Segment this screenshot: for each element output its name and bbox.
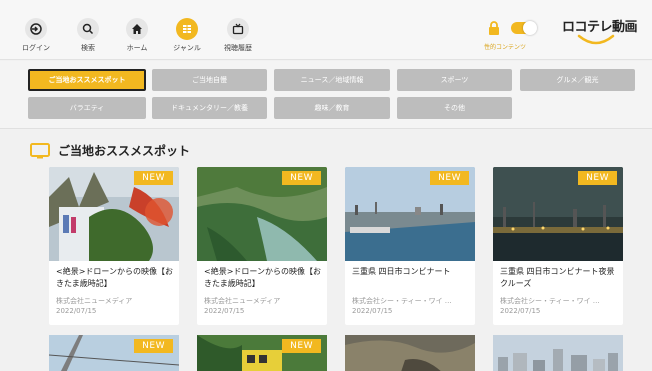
toggle-switch[interactable] xyxy=(511,21,537,35)
genre-label: ドキュメンタリー／教養 xyxy=(171,104,248,112)
genre-label: グルメ／観光 xyxy=(556,76,599,84)
nav-search[interactable]: 検索 xyxy=(68,18,108,53)
tv-history-icon xyxy=(227,18,249,40)
video-card[interactable] xyxy=(493,335,623,371)
toggle-knob xyxy=(523,21,537,35)
new-badge: NEW xyxy=(134,339,173,353)
card-date: 2022/07/15 xyxy=(56,307,97,315)
login-icon xyxy=(25,18,47,40)
new-badge: NEW xyxy=(430,171,469,185)
logo-text: ロコテレ動画 xyxy=(562,20,638,35)
genre-label: 趣味／教育 xyxy=(314,104,350,112)
card-title: 三重県 四日市コンビナート夜景クルーズ xyxy=(500,267,615,288)
logo: ロコテレ動画 xyxy=(560,16,638,56)
genre-label: スポーツ xyxy=(440,76,469,84)
video-card[interactable]: NEW xyxy=(197,335,327,371)
nav-home[interactable]: ホーム xyxy=(117,18,157,53)
genre-button-sports[interactable]: スポーツ xyxy=(397,69,512,91)
nav-home-label: ホーム xyxy=(126,44,148,52)
genre-button-gourmet[interactable]: グルメ／観光 xyxy=(520,69,635,91)
card-publisher: 株式会社シー・ティー・ワイ … xyxy=(500,297,600,305)
new-badge: NEW xyxy=(578,171,617,185)
card-date: 2022/07/15 xyxy=(500,307,541,315)
new-badge: NEW xyxy=(134,171,173,185)
home-icon xyxy=(126,18,148,40)
video-card[interactable]: NEW <絶景>ドローンからの映像【おきたま歳時記】 株式会社ニューメディア 2… xyxy=(197,167,327,325)
card-title: <絶景>ドローンからの映像【おきたま歳時記】 xyxy=(56,267,174,288)
video-thumbnail xyxy=(345,335,475,371)
nav-history[interactable]: 視聴履歴 xyxy=(218,18,258,53)
card-publisher: 株式会社ニューメディア xyxy=(204,297,281,305)
card-title: <絶景>ドローンからの映像【おきたま歳時記】 xyxy=(204,267,322,288)
genre-label: ご当地おススメスポット xyxy=(48,76,126,84)
adult-content-label: 性的コンテンツ xyxy=(484,44,527,51)
video-card[interactable]: NEW 三重県 四日市コンビナート夜景クルーズ 株式会社シー・ティー・ワイ … … xyxy=(493,167,623,325)
logo-smile-icon xyxy=(577,34,615,45)
genre-button-hobby[interactable]: 趣味／教育 xyxy=(274,97,390,119)
genre-button-news[interactable]: ニュース／地域情報 xyxy=(274,69,390,91)
adult-content-toggle[interactable]: 性的コンテンツ xyxy=(484,20,544,56)
grid-icon xyxy=(176,18,198,40)
genre-button-variety[interactable]: バラエティ xyxy=(28,97,146,119)
genre-label: その他 xyxy=(444,104,465,112)
lock-icon xyxy=(489,21,499,35)
section-header: ご当地おススメスポット xyxy=(30,142,190,159)
tv-icon xyxy=(30,142,50,158)
nav-login-label: ログイン xyxy=(22,44,50,52)
card-date: 2022/07/15 xyxy=(204,307,245,315)
new-badge: NEW xyxy=(282,339,321,353)
nav-genre-label: ジャンル xyxy=(173,44,201,52)
nav-search-label: 検索 xyxy=(81,44,95,52)
genre-button-local-spots[interactable]: ご当地おススメスポット xyxy=(28,69,146,91)
nav-login[interactable]: ログイン xyxy=(16,18,56,53)
video-card[interactable]: NEW xyxy=(49,335,179,371)
nav-history-label: 視聴履歴 xyxy=(224,44,252,52)
nav-genre[interactable]: ジャンル xyxy=(167,18,207,53)
video-card[interactable]: NEW <絶景>ドローンからの映像【おきたま歳時記】 株式会社ニューメディア 2… xyxy=(49,167,179,325)
card-date: 2022/07/15 xyxy=(352,307,393,315)
card-publisher: 株式会社シー・ティー・ワイ … xyxy=(352,297,452,305)
search-icon xyxy=(77,18,99,40)
genre-button-local-pride[interactable]: ご当地自慢 xyxy=(152,69,267,91)
genre-bar: ご当地おススメスポット ご当地自慢 ニュース／地域情報 スポーツ グルメ／観光 … xyxy=(0,61,652,129)
video-card[interactable]: NEW 三重県 四日市コンビナート 株式会社シー・ティー・ワイ … 2022/0… xyxy=(345,167,475,325)
new-badge: NEW xyxy=(282,171,321,185)
card-publisher: 株式会社ニューメディア xyxy=(56,297,133,305)
card-title: 三重県 四日市コンビナート xyxy=(352,267,451,276)
genre-button-other[interactable]: その他 xyxy=(397,97,512,119)
genre-label: バラエティ xyxy=(69,104,105,112)
header: ログイン 検索 ホーム ジャンル 視聴履歴 性的コンテンツ ロコテレ動画 xyxy=(0,0,652,60)
video-card[interactable] xyxy=(345,335,475,371)
genre-button-documentary[interactable]: ドキュメンタリー／教養 xyxy=(152,97,267,119)
video-thumbnail xyxy=(493,335,623,371)
genre-label: ニュース／地域情報 xyxy=(300,76,364,84)
genre-label: ご当地自慢 xyxy=(192,76,227,84)
section-title: ご当地おススメスポット xyxy=(58,144,191,158)
